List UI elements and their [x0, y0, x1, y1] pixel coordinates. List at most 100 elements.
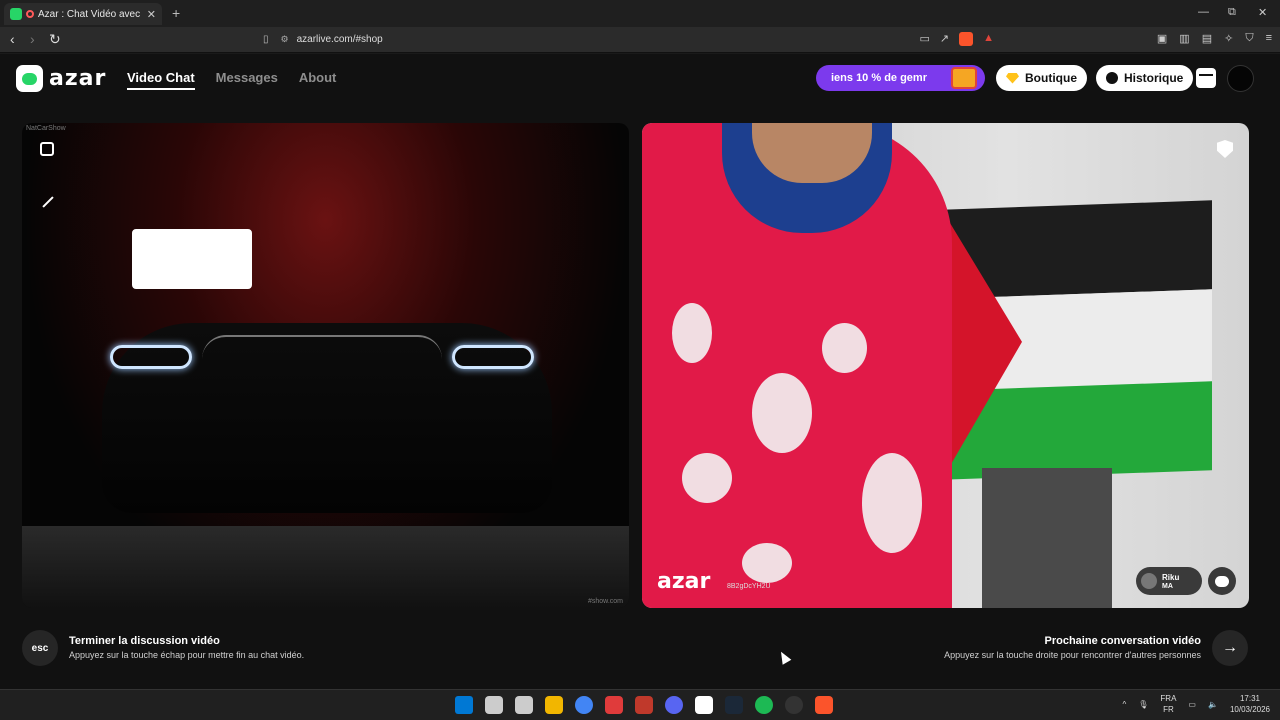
windows-start-icon[interactable] — [455, 696, 473, 714]
boutique-label: Boutique — [1025, 71, 1077, 85]
os-taskbar: ^ 🎙 FRA FR ▭ 🔈 17:31 10/03/2026 — [0, 689, 1280, 720]
browser-toolbar: ‹ › ↻ ▯ ⚙ azarlive.com/#shop ▭ ↗ ▲ ▣ ▥ ▤… — [0, 27, 1280, 53]
nav-video-chat[interactable]: Video Chat — [127, 70, 195, 90]
discord-icon[interactable] — [665, 696, 683, 714]
car-headlight-left — [110, 345, 192, 369]
recording-icon — [26, 10, 34, 18]
volume-icon[interactable]: 🔈 — [1208, 700, 1218, 709]
vpn-icon[interactable]: ⛉ — [1245, 32, 1253, 45]
file-explorer-icon[interactable] — [545, 696, 563, 714]
language-indicator[interactable]: FRA FR — [1160, 693, 1176, 715]
mouse-cursor — [776, 649, 792, 665]
spotify-icon[interactable] — [755, 696, 773, 714]
cast-icon[interactable]: ▭ — [919, 32, 929, 46]
inbox-icon[interactable] — [1196, 68, 1216, 88]
flag-image — [942, 200, 1212, 480]
azar-logo-icon — [16, 65, 43, 92]
task-view-icon[interactable] — [515, 696, 533, 714]
taskbar-apps — [455, 696, 833, 714]
historique-label: Historique — [1124, 71, 1184, 85]
new-tab-button[interactable]: + — [172, 5, 180, 21]
wallet-icon[interactable]: ▤ — [1202, 32, 1212, 45]
browser-tabbar: Azar : Chat Vidéo avec de no ✕ + — ⧉ ✕ — [0, 0, 1280, 27]
system-tray: ^ 🎙 FRA FR ▭ 🔈 17:31 10/03/2026 — [1123, 693, 1271, 715]
floor — [22, 526, 629, 608]
url-actions: ▭ ↗ ▲ — [919, 32, 994, 46]
clock-time: 17:31 — [1239, 694, 1260, 703]
remote-person — [642, 123, 952, 608]
forward-icon[interactable]: › — [30, 31, 35, 47]
next-call-subtitle: Appuyez sur la touche droite pour rencon… — [944, 650, 1201, 660]
tab-close-icon[interactable]: ✕ — [147, 8, 156, 21]
chat-message-button[interactable] — [1208, 567, 1236, 595]
back-icon[interactable]: ‹ — [10, 31, 15, 47]
magic-wand-icon[interactable] — [40, 195, 54, 209]
system-clock[interactable]: 17:31 10/03/2026 — [1230, 693, 1270, 715]
profile-avatar[interactable] — [1227, 65, 1254, 92]
logo-text: azar — [49, 66, 107, 91]
end-call-esc-button[interactable]: esc — [22, 630, 58, 666]
clock-icon — [1106, 72, 1118, 84]
search-icon[interactable] — [485, 696, 503, 714]
remote-country: MA — [1162, 582, 1173, 590]
address-bar[interactable]: ▯ ⚙ azarlive.com/#shop ▭ ↗ ▲ — [255, 29, 1000, 50]
opera-icon[interactable] — [605, 696, 623, 714]
tray-overflow-icon[interactable]: ^ — [1123, 700, 1127, 709]
window-close-button[interactable]: ✕ — [1258, 6, 1267, 19]
browser-tools: ▣ ▥ ▤ ✧ ⛉ ≡ — [1157, 32, 1272, 45]
nav-messages[interactable]: Messages — [216, 70, 278, 90]
promo-text: iens 10 % de gemr — [831, 72, 927, 84]
gems-promo-banner[interactable]: iens 10 % de gemr — [816, 65, 985, 91]
video-overlay-tag: NatCarShow — [26, 125, 66, 132]
car-headlight-right — [452, 345, 534, 369]
remote-user-chip[interactable]: Riku MA — [1136, 567, 1202, 595]
gem-icon — [1006, 72, 1019, 84]
video-overlay-tag-bottom: #show.com — [587, 598, 623, 605]
nav-about[interactable]: About — [299, 70, 337, 90]
azar-logo[interactable]: azar — [16, 65, 106, 92]
brave-shields-icon[interactable] — [959, 32, 974, 46]
extension-icon[interactable]: ▣ — [1157, 32, 1167, 45]
next-call-title: Prochaine conversation vidéo — [1044, 635, 1202, 647]
bookmark-icon[interactable]: ▯ — [263, 34, 269, 45]
network-icon[interactable]: ▭ — [1188, 700, 1196, 709]
rewards-icon[interactable]: ▲ — [983, 32, 994, 46]
sidebar-icon[interactable]: ▥ — [1179, 32, 1189, 45]
end-call-title: Terminer la discussion vidéo — [69, 635, 220, 647]
minimize-button[interactable]: — — [1198, 6, 1209, 18]
url-text[interactable]: azarlive.com/#shop — [297, 34, 383, 45]
end-call-subtitle: Appuyez sur la touche échap pour mettre … — [69, 650, 305, 660]
azar-watermark: azar — [657, 569, 711, 594]
lang-bottom: FR — [1163, 705, 1174, 714]
boutique-button[interactable]: Boutique — [996, 65, 1087, 91]
obs-icon[interactable] — [785, 696, 803, 714]
steam-icon[interactable] — [725, 696, 743, 714]
menu-icon[interactable]: ≡ — [1266, 32, 1272, 45]
chat-bubble-icon — [1215, 575, 1229, 587]
chrome-icon[interactable] — [575, 696, 593, 714]
background-doorway — [982, 468, 1112, 608]
remote-video: azar 8B2gDcYH2U Riku MA — [642, 123, 1249, 608]
minimize-video-icon[interactable] — [40, 142, 54, 156]
microphone-icon[interactable]: 🎙 — [1138, 700, 1148, 709]
capcut-icon[interactable] — [695, 696, 713, 714]
main-nav: Video Chat Messages About — [127, 70, 336, 90]
azar-favicon-icon — [10, 8, 22, 20]
restore-button[interactable]: ⧉ — [1228, 6, 1236, 19]
site-info-icon[interactable]: ⚙ — [281, 34, 289, 45]
report-shield-icon[interactable] — [1217, 140, 1233, 158]
lang-top: FRA — [1160, 694, 1177, 703]
share-icon[interactable]: ↗ — [940, 32, 949, 46]
face-filter-icon[interactable] — [132, 229, 252, 289]
tab-azar[interactable]: Azar : Chat Vidéo avec de no ✕ — [4, 3, 162, 25]
reload-icon[interactable]: ↻ — [49, 31, 61, 48]
leo-ai-icon[interactable]: ✧ — [1224, 32, 1233, 45]
acrobat-icon[interactable] — [635, 696, 653, 714]
end-call-hint: Terminer la discussion vidéo Appuyez sur… — [69, 635, 304, 660]
next-call-button[interactable]: → — [1212, 630, 1248, 666]
historique-button[interactable]: Historique — [1096, 65, 1194, 91]
azar-app: azar Video Chat Messages About iens 10 %… — [0, 54, 1280, 689]
car-grille — [202, 335, 442, 359]
brave-icon[interactable] — [815, 696, 833, 714]
remote-username: Riku — [1162, 572, 1180, 582]
